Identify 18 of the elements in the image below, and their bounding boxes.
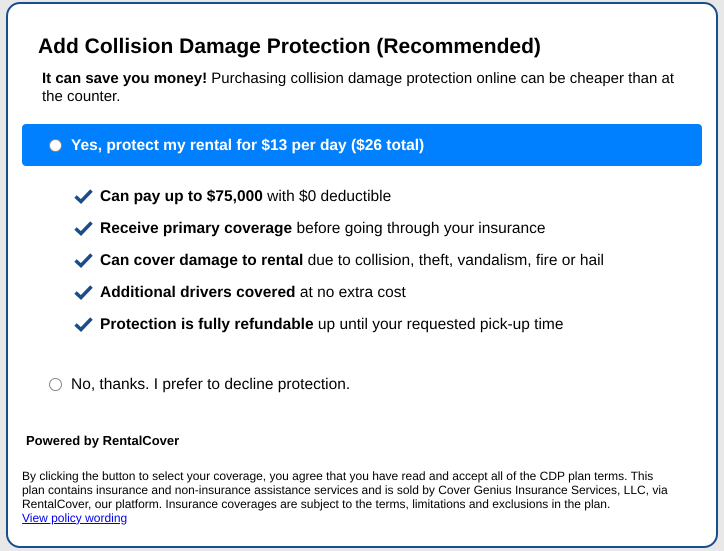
benefit-text: Additional drivers covered at no extra cost: [100, 283, 406, 304]
dialog-title: Add Collision Damage Protection (Recommended): [38, 34, 542, 60]
radio-button[interactable]: [49, 138, 62, 152]
disclaimer-text: By clicking the button to select your coverage, you agree that you have read and accept all of the CDP plan terms. This plan contains insurance and non-insurance assistance services and is sold by Cover Genius Insurance Services, LLC, via RentalCover, our platform. Insurance coverages are subject to the terms, limitations and exclusions in the plan. View policy wording: [22, 468, 669, 525]
benefit-text: Receive primary coverage before going through your insurance: [100, 219, 546, 240]
policy-link[interactable]: View policy wording: [22, 510, 128, 525]
checkmark-icon: [74, 189, 93, 204]
benefit-text: Can cover damage to rental due to collision, theft, vandalism, fire or hail: [100, 251, 604, 272]
checkmark-icon: [74, 253, 93, 268]
checkmark-icon: [74, 221, 93, 236]
checkmark-icon: [74, 317, 93, 332]
intro-text: It can save you money! Purchasing collision damage protection online can be cheaper than at the counter.: [42, 70, 676, 106]
benefit-text: Protection is fully refundable up until your requested pick-up time: [100, 315, 564, 336]
checkmark-icon: [74, 285, 93, 300]
benefit-text: Can pay up to $75,000 with $0 deductible: [100, 187, 392, 208]
option-row[interactable]: Yes, protect my rental for $13 per day ($26 total): [22, 124, 702, 166]
powered-by-text: Powered by RentalCover: [26, 432, 180, 450]
radio-button[interactable]: [49, 378, 62, 391]
